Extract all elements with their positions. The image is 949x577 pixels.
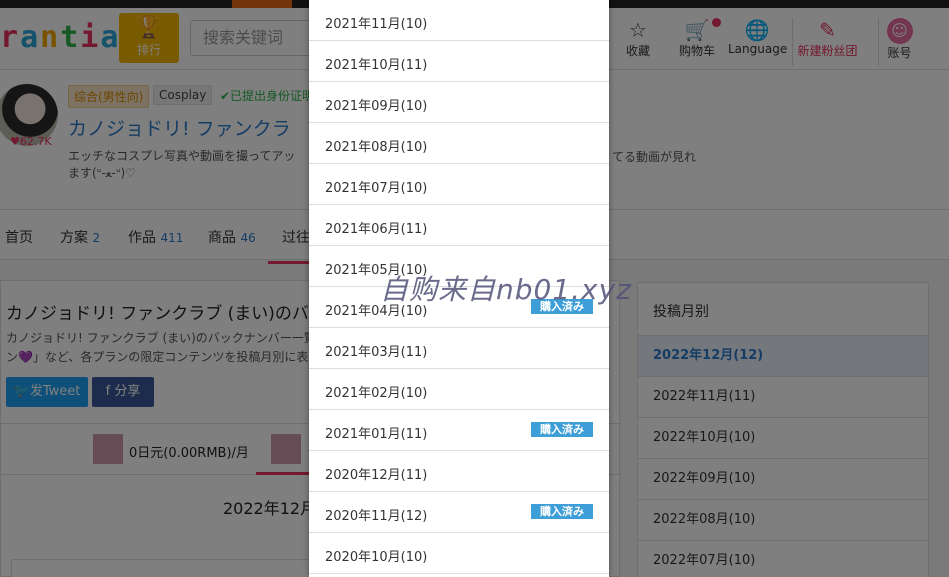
- dropdown-month-item[interactable]: 2021年01月(11) 購入済み: [309, 410, 609, 451]
- watermark: 自购来自nb01.xyz: [380, 273, 632, 306]
- dropdown-month-item[interactable]: 2021年08月(10): [309, 123, 609, 164]
- dropdown-month-item[interactable]: 2021年07月(10): [309, 164, 609, 205]
- dropdown-month-item[interactable]: 2021年11月(10): [309, 0, 609, 41]
- purchased-badge: 購入済み: [531, 422, 593, 437]
- dropdown-month-item[interactable]: 2020年10月(10): [309, 533, 609, 574]
- dropdown-month-item[interactable]: 2020年12月(11): [309, 451, 609, 492]
- dropdown-month-item[interactable]: 2021年10月(11): [309, 41, 609, 82]
- dropdown-month-item[interactable]: 2021年09月(10): [309, 82, 609, 123]
- purchased-badge: 購入済み: [531, 504, 593, 519]
- dropdown-month-item[interactable]: 2021年06月(11): [309, 205, 609, 246]
- dropdown-month-item[interactable]: 2020年11月(12) 購入済み: [309, 492, 609, 533]
- dropdown-month-item[interactable]: 2021年02月(10): [309, 369, 609, 410]
- dropdown-month-item[interactable]: 2021年03月(11): [309, 328, 609, 369]
